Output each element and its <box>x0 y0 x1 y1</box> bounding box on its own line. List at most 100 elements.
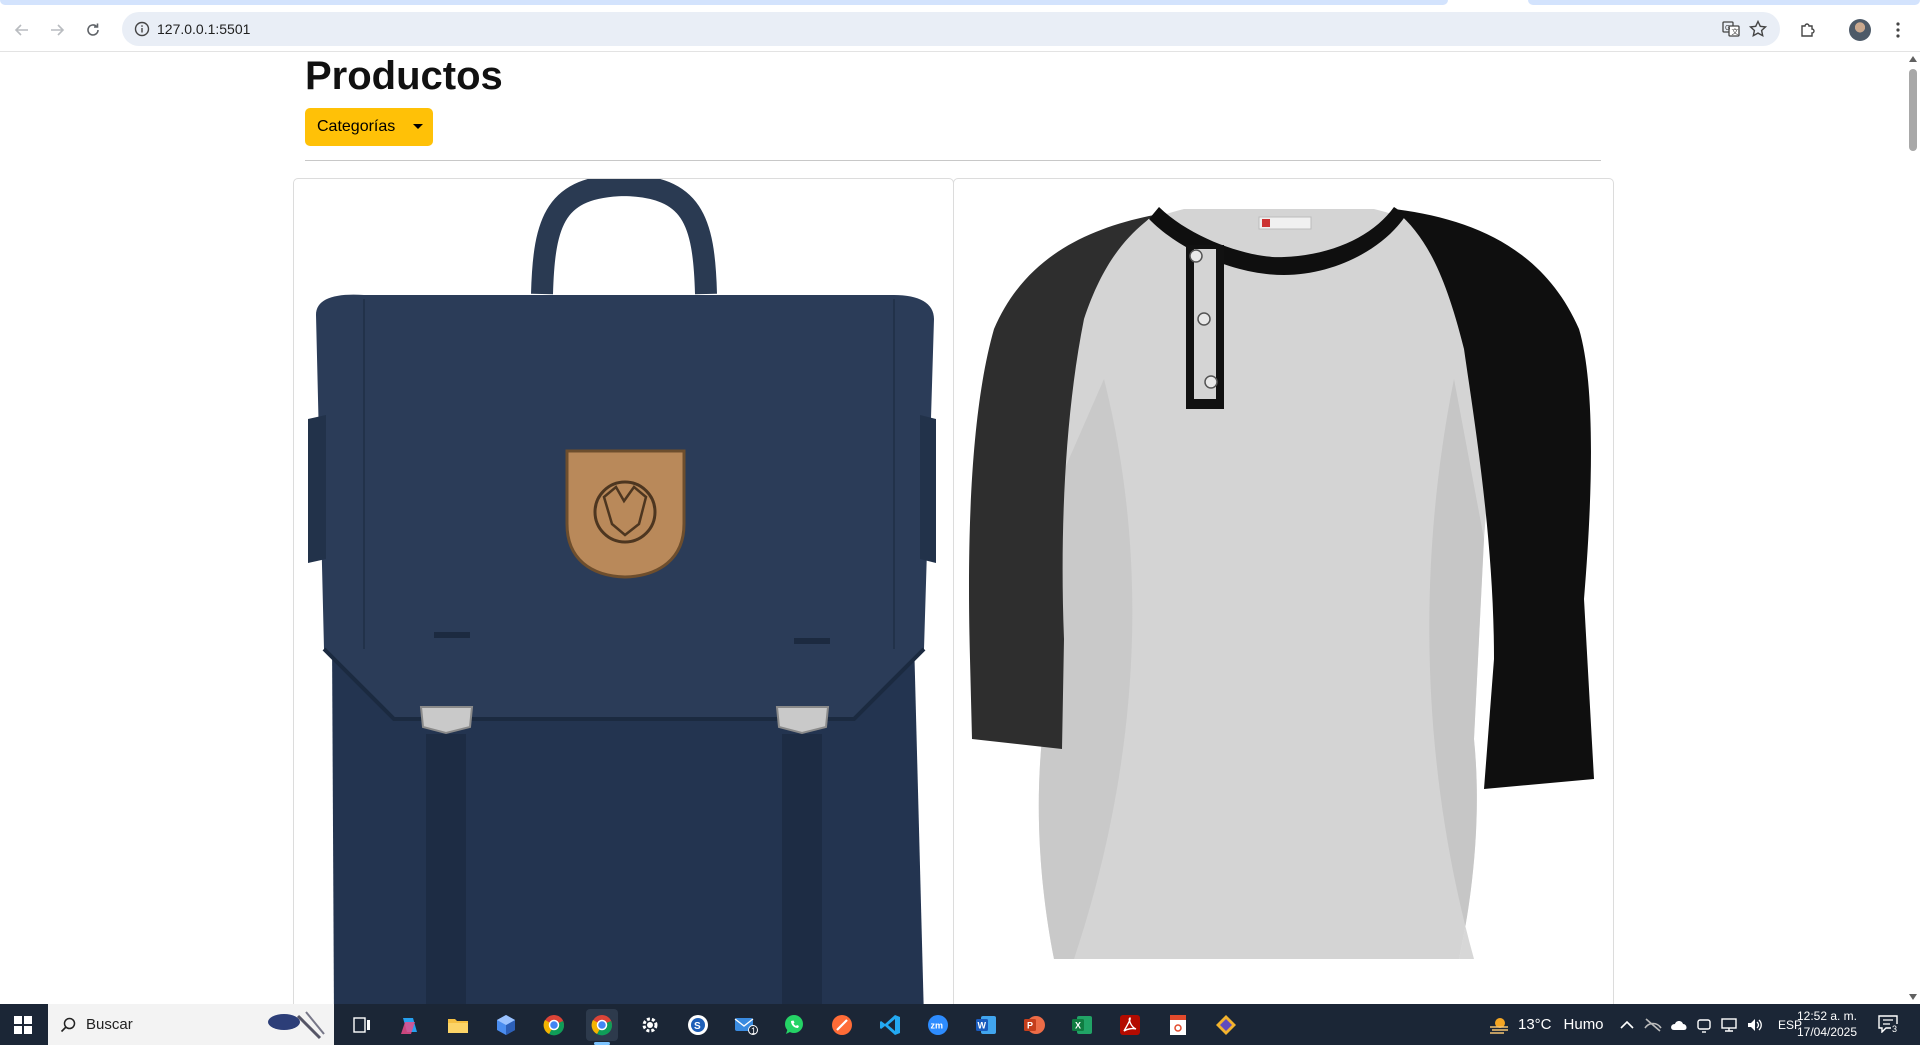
clock-time: 12:52 a. m. <box>1796 1009 1858 1023</box>
page-scrollbar[interactable] <box>1906 52 1920 1004</box>
browser-menu-button[interactable] <box>1886 18 1910 42</box>
edge-blue-icon: S <box>688 1015 708 1035</box>
store-app[interactable]: S <box>682 1009 714 1041</box>
svg-text:文: 文 <box>1732 27 1739 36</box>
haze-icon <box>1490 1017 1508 1034</box>
back-button[interactable] <box>10 18 34 42</box>
system-tray: ESP <box>1620 1004 1802 1045</box>
page-title: Productos <box>305 54 503 98</box>
shirt-image <box>969 207 1594 959</box>
scroll-up-icon[interactable] <box>1909 56 1917 62</box>
reload-icon <box>87 23 99 36</box>
scroll-down-icon[interactable] <box>1909 994 1917 1000</box>
whatsapp-app[interactable] <box>778 1009 810 1041</box>
excel-app[interactable]: X <box>1066 1009 1098 1041</box>
chrome-icon <box>591 1015 612 1036</box>
powerpoint-icon: P <box>1024 1016 1045 1034</box>
scrollbar-thumb[interactable] <box>1909 69 1917 151</box>
clock-date: 17/04/2025 <box>1796 1025 1858 1039</box>
taskbar: Buscar S 1 zm W P X 13°C Humo ESP 12:52 … <box>0 1004 1920 1045</box>
divider <box>305 160 1601 161</box>
backpack-image <box>308 179 936 1004</box>
git-diamond-icon <box>1216 1015 1236 1035</box>
svg-text:W: W <box>978 1021 987 1031</box>
postman-app[interactable] <box>826 1009 858 1041</box>
task-view-button[interactable] <box>346 1009 378 1041</box>
svg-text:S: S <box>694 1021 701 1032</box>
copilot-app[interactable] <box>394 1009 426 1041</box>
chrome-profile-app[interactable] <box>586 1009 618 1045</box>
whatsapp-icon <box>785 1015 803 1034</box>
forward-button[interactable] <box>45 18 69 42</box>
svg-text:zm: zm <box>931 1021 944 1031</box>
bookmark-star-icon[interactable] <box>1748 19 1768 39</box>
rocket-icon <box>832 1015 852 1035</box>
copilot-icon <box>401 1018 417 1034</box>
arrow-left-icon <box>14 24 28 36</box>
weather-widget[interactable]: 13°C Humo <box>1488 1004 1604 1045</box>
start-button[interactable] <box>0 1004 46 1045</box>
info-icon[interactable] <box>134 21 150 37</box>
settings-app[interactable] <box>634 1009 666 1041</box>
clock[interactable]: 12:52 a. m. 17/04/2025 <box>1790 1008 1864 1040</box>
svg-text:X: X <box>1075 1021 1081 1031</box>
mail-app[interactable]: 1 <box>730 1009 762 1041</box>
svg-text:G: G <box>1725 25 1730 32</box>
dropdown-label: Categorías <box>317 118 396 135</box>
acrobat-app[interactable] <box>1114 1009 1146 1041</box>
powerpoint-app[interactable]: P <box>1018 1009 1050 1041</box>
weather-desc: Humo <box>1563 1016 1604 1033</box>
notification-count: 3 <box>1891 1024 1899 1034</box>
url-text: 127.0.0.1:5501 <box>157 21 251 37</box>
volume-icon[interactable] <box>1746 1017 1764 1033</box>
cube-icon <box>497 1015 515 1035</box>
chrome-icon <box>543 1015 564 1036</box>
page-content: Productos Categorías <box>0 52 1906 1004</box>
windows-logo-icon <box>14 1015 32 1034</box>
acrobat-icon <box>1120 1015 1140 1035</box>
caret-down-icon <box>413 124 423 129</box>
meet-now-icon[interactable] <box>1696 1017 1712 1033</box>
document-app[interactable] <box>1162 1009 1194 1041</box>
avatar <box>1849 19 1871 41</box>
folder-icon <box>448 1019 468 1033</box>
file-explorer-app[interactable] <box>442 1009 474 1041</box>
product-card[interactable] <box>953 178 1614 1004</box>
profile-button[interactable] <box>1848 18 1872 42</box>
product-card[interactable] <box>293 178 954 1004</box>
chevron-up-icon[interactable] <box>1620 1020 1634 1030</box>
cloud-icon[interactable] <box>1670 1019 1688 1031</box>
tab-other[interactable] <box>1528 0 1920 5</box>
word-icon: W <box>976 1016 996 1034</box>
document-icon <box>1170 1015 1186 1035</box>
vscode-app[interactable] <box>874 1009 906 1041</box>
zoom-app[interactable]: zm <box>922 1009 954 1041</box>
browser-toolbar: 127.0.0.1:5501 G文 <box>0 6 1920 52</box>
notification-center-button[interactable]: 3 <box>1878 1015 1899 1034</box>
reload-button[interactable] <box>81 18 105 42</box>
weather-temp: 13°C <box>1518 1016 1552 1033</box>
vscode-icon <box>880 1015 900 1035</box>
search-highlight-icon <box>268 1011 325 1040</box>
search-placeholder: Buscar <box>86 1016 133 1033</box>
network-offline-icon[interactable] <box>1644 1017 1662 1032</box>
puzzle-icon <box>1801 23 1815 37</box>
categories-dropdown-button[interactable]: Categorías <box>305 108 433 146</box>
arrow-right-icon <box>51 24 65 36</box>
mail-badge: 1 <box>751 1026 757 1036</box>
excel-icon: X <box>1072 1016 1092 1034</box>
word-app[interactable]: W <box>970 1009 1002 1041</box>
git-app[interactable] <box>1210 1009 1242 1041</box>
3d-app[interactable] <box>490 1009 522 1041</box>
kebab-menu-icon <box>1896 22 1900 38</box>
translate-icon[interactable]: G文 <box>1722 20 1740 38</box>
chrome-app[interactable] <box>538 1009 570 1041</box>
taskbar-search[interactable]: Buscar <box>48 1004 334 1045</box>
address-bar[interactable]: 127.0.0.1:5501 G文 <box>122 12 1780 46</box>
search-icon <box>60 1017 76 1032</box>
gear-icon <box>642 1017 658 1033</box>
network-icon[interactable] <box>1720 1017 1738 1033</box>
extensions-button[interactable] <box>1796 18 1820 42</box>
tab-active[interactable] <box>0 0 1448 5</box>
task-view-icon <box>353 1017 370 1033</box>
